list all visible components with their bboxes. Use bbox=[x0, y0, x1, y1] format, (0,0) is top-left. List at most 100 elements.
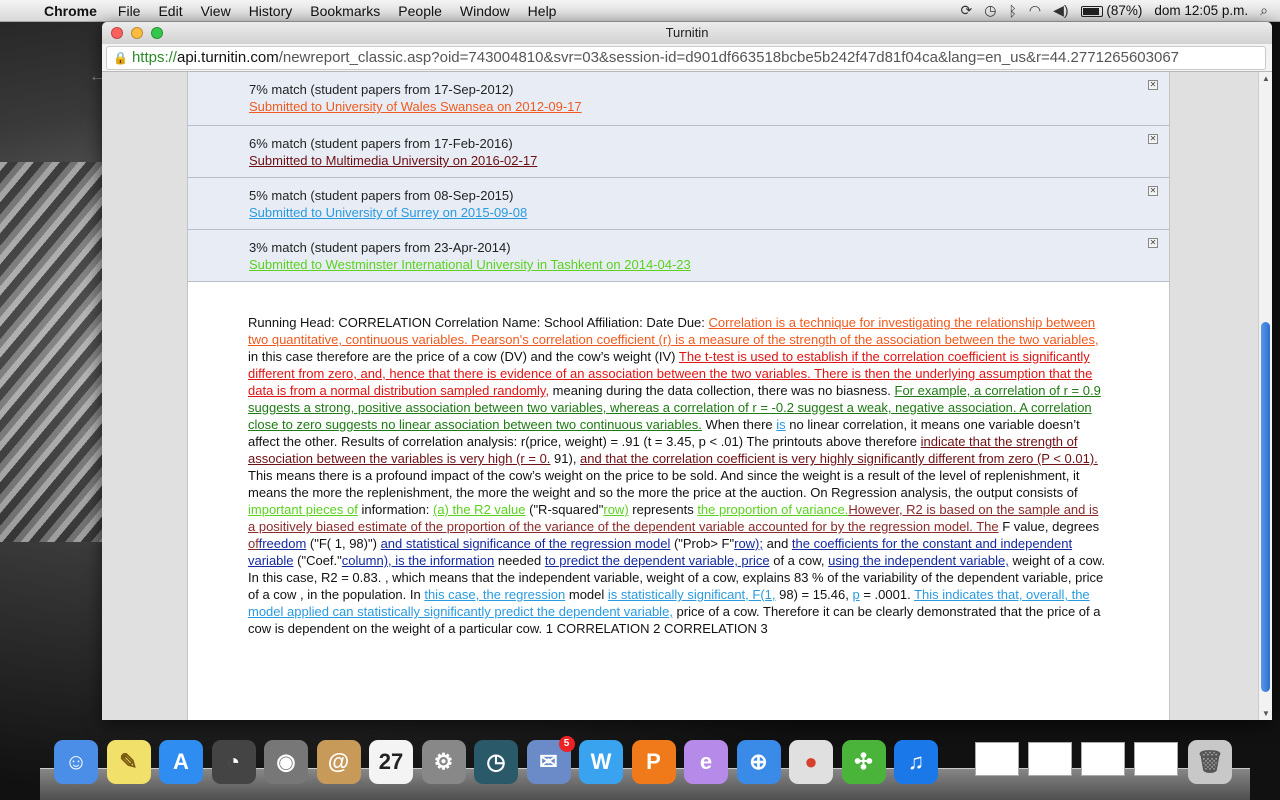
matched-text-highlight[interactable]: column), is the information bbox=[342, 553, 494, 568]
submission-text-run: needed bbox=[494, 553, 545, 568]
report-content: 7% match (student papers from 17-Sep-201… bbox=[102, 72, 1272, 720]
menu-clock[interactable]: dom 12:05 p.m. bbox=[1154, 3, 1248, 18]
app-store-icon[interactable]: A bbox=[159, 740, 203, 784]
scrollbar-thumb[interactable] bbox=[1261, 322, 1270, 692]
matched-text-highlight[interactable]: row); bbox=[734, 536, 763, 551]
sync-icon[interactable]: ⟳ bbox=[961, 2, 973, 19]
submission-text-run: ("Coef." bbox=[293, 553, 342, 568]
submission-text-run: meaning during the data collection, ther… bbox=[549, 383, 895, 398]
battery-status[interactable]: (87%) bbox=[1080, 3, 1143, 18]
chrome-glyph: ● bbox=[804, 749, 818, 774]
mail-bird-icon[interactable]: ✉ 5 bbox=[526, 736, 575, 784]
minimized-window[interactable] bbox=[975, 742, 1019, 776]
safari-glyph: ⊕ bbox=[749, 749, 768, 774]
menu-bookmarks[interactable]: Bookmarks bbox=[301, 0, 389, 22]
chrome-icon[interactable]: ● bbox=[789, 740, 833, 784]
submission-text: Running Head: CORRELATION Correlation Na… bbox=[188, 282, 1169, 637]
contacts-icon[interactable]: @ bbox=[316, 740, 361, 784]
excel-messenger-glyph: ✣ bbox=[854, 749, 873, 774]
wifi-icon[interactable]: ◠ bbox=[1029, 2, 1041, 19]
match-header: 7% match (student papers from 17-Sep-201… bbox=[249, 82, 514, 97]
word-icon[interactable]: W bbox=[579, 740, 623, 784]
match-item: 5% match (student papers from 08-Sep-201… bbox=[188, 178, 1169, 230]
menu-help[interactable]: Help bbox=[519, 0, 566, 22]
close-window-button[interactable] bbox=[111, 27, 123, 39]
matched-text-highlight[interactable]: p bbox=[852, 587, 859, 602]
match-item: 7% match (student papers from 17-Sep-201… bbox=[188, 72, 1169, 126]
scroll-down-icon[interactable]: ▼ bbox=[1262, 709, 1270, 718]
menu-view[interactable]: View bbox=[192, 0, 240, 22]
address-bar[interactable]: 🔒 https://api.turnitin.com/newreport_clas… bbox=[106, 46, 1266, 70]
submission-text-run: When there bbox=[701, 417, 777, 432]
page-scrollbar[interactable]: ▲ ▼ bbox=[1258, 72, 1272, 720]
time-machine-icon[interactable]: ◷ bbox=[474, 740, 518, 784]
match-source-link[interactable]: Submitted to Multimedia University on 20… bbox=[249, 152, 1169, 170]
menu-bar: Chrome File Edit View History Bookmarks … bbox=[0, 0, 1280, 22]
match-source-link[interactable]: Submitted to University of Wales Swansea… bbox=[249, 98, 1169, 116]
submission-text-run: 91), bbox=[550, 451, 581, 466]
exclude-match-icon[interactable]: ✕ bbox=[1148, 134, 1158, 144]
match-source-link[interactable]: Submitted to University of Surrey on 201… bbox=[249, 204, 1169, 222]
matched-text-highlight[interactable]: is bbox=[776, 417, 785, 432]
stickies-icon[interactable]: ✎ bbox=[106, 740, 151, 784]
submission-text-run: ("F( 1, 98)") bbox=[306, 536, 381, 551]
exclude-match-icon[interactable]: ✕ bbox=[1148, 186, 1158, 196]
matched-text-highlight[interactable]: row) bbox=[603, 502, 628, 517]
matched-text-highlight[interactable]: (a) the R2 value bbox=[433, 502, 526, 517]
bluetooth-icon[interactable]: ᛒ bbox=[1009, 3, 1017, 19]
system-preferences-glyph: ⚙ bbox=[433, 749, 454, 774]
dock: ☺ ✎ A ◔ ◉ @27 ⚙ ◷ ✉ 5 W Pe ⊕ ● ✣ ♫ 🗑 bbox=[40, 730, 1250, 800]
matched-text-highlight[interactable]: this case, the regression bbox=[424, 587, 565, 602]
trash-icon[interactable]: 🗑 bbox=[1188, 740, 1232, 784]
spotlight-search-icon[interactable]: ⌕ bbox=[1260, 2, 1268, 19]
dashboard-glyph: ◔ bbox=[226, 749, 241, 774]
submission-text-run: information: bbox=[357, 502, 433, 517]
paper-column: 7% match (student papers from 17-Sep-201… bbox=[187, 72, 1170, 720]
match-source-link[interactable]: Submitted to Westminster International U… bbox=[249, 256, 1169, 274]
back-arrow-icon[interactable]: ← bbox=[89, 68, 105, 86]
itunes-icon[interactable]: ♫ bbox=[894, 740, 938, 784]
calendar-icon[interactable]: 27 bbox=[369, 740, 413, 784]
powerpoint-icon[interactable]: P bbox=[631, 740, 676, 784]
minimized-window[interactable] bbox=[1134, 742, 1178, 776]
itunes-glyph: ♫ bbox=[907, 749, 925, 774]
matched-text-highlight[interactable]: using the independent variable, bbox=[828, 553, 1009, 568]
finder-icon[interactable]: ☺ bbox=[54, 740, 98, 784]
matched-text-highlight[interactable]: and statistical significance of the regr… bbox=[381, 536, 671, 551]
menu-people[interactable]: People bbox=[389, 0, 451, 22]
safari-icon[interactable]: ⊕ bbox=[736, 740, 781, 784]
minimize-window-button[interactable] bbox=[131, 27, 143, 39]
matched-text-highlight[interactable]: of bbox=[248, 536, 259, 551]
window-title: Turnitin bbox=[665, 25, 709, 40]
menu-history[interactable]: History bbox=[240, 0, 302, 22]
dashboard-icon[interactable]: ◔ bbox=[211, 740, 256, 784]
match-header: 6% match (student papers from 17-Feb-201… bbox=[249, 136, 513, 151]
volume-icon[interactable]: ◀) bbox=[1053, 2, 1068, 19]
battery-percent: (87%) bbox=[1106, 3, 1143, 18]
time-machine-icon[interactable]: ◷ bbox=[984, 2, 996, 19]
matched-text-highlight[interactable]: is statistically significant, F(1, bbox=[608, 587, 776, 602]
minimized-window[interactable] bbox=[1028, 742, 1072, 776]
system-preferences-icon[interactable]: ⚙ bbox=[421, 740, 466, 784]
submission-text-run: This means there is a profound impact of… bbox=[248, 468, 1080, 500]
word-glyph: W bbox=[590, 749, 612, 774]
matched-text-highlight[interactable]: important pieces of bbox=[248, 502, 358, 517]
matched-text-highlight[interactable]: and that the correlation coefficient is … bbox=[580, 451, 1098, 466]
minimized-window[interactable] bbox=[1081, 742, 1125, 776]
menu-window[interactable]: Window bbox=[451, 0, 519, 22]
matched-text-highlight[interactable]: to predict the dependent variable, price bbox=[545, 553, 770, 568]
scroll-up-icon[interactable]: ▲ bbox=[1262, 74, 1270, 83]
facetime-icon[interactable]: ◉ bbox=[264, 740, 308, 784]
exclude-match-icon[interactable]: ✕ bbox=[1148, 80, 1158, 90]
menu-file[interactable]: File bbox=[109, 0, 150, 22]
entourage-icon[interactable]: e bbox=[684, 740, 728, 784]
menu-app-name[interactable]: Chrome bbox=[40, 0, 109, 22]
matched-text-highlight[interactable]: the proportion of variance. bbox=[697, 502, 848, 517]
matched-text-highlight[interactable]: freedom bbox=[259, 536, 307, 551]
exclude-match-icon[interactable]: ✕ bbox=[1148, 238, 1158, 248]
window-titlebar: Turnitin bbox=[102, 22, 1272, 44]
excel-messenger-icon[interactable]: ✣ bbox=[841, 740, 886, 784]
lock-icon[interactable]: 🔒 bbox=[113, 51, 128, 65]
menu-edit[interactable]: Edit bbox=[149, 0, 191, 22]
maximize-window-button[interactable] bbox=[151, 27, 163, 39]
